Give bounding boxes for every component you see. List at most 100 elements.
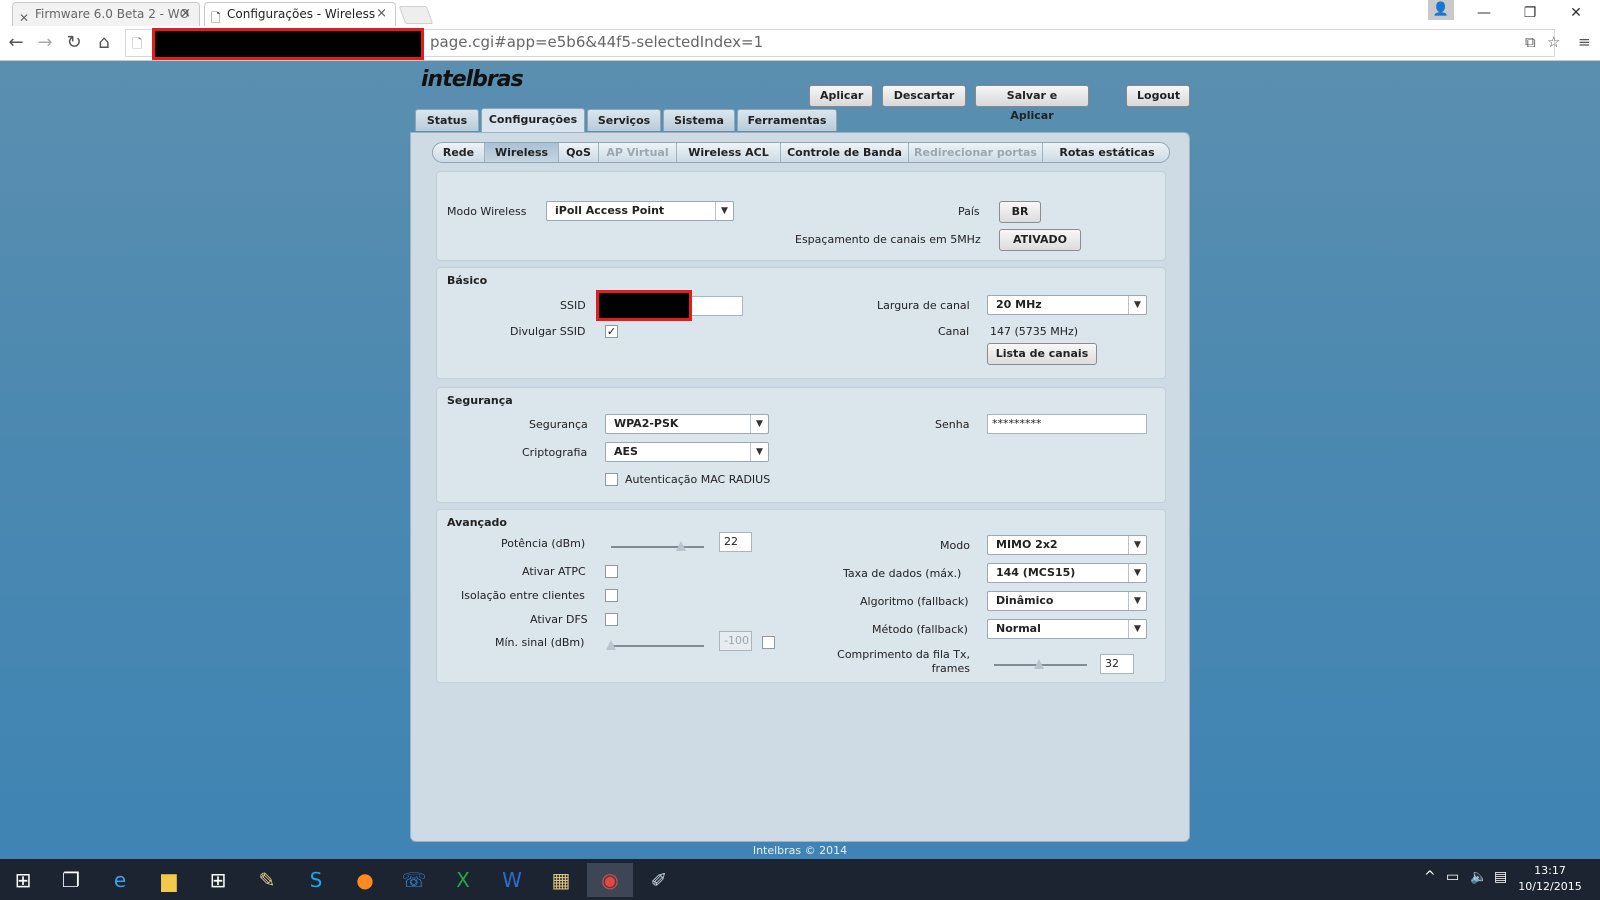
fallback-method-select[interactable]: Normal ▼ xyxy=(987,619,1147,639)
min-signal-slider[interactable] xyxy=(611,645,704,647)
redacted-ssid-region xyxy=(596,290,692,321)
data-rate-select[interactable]: 144 (MCS15) ▼ xyxy=(987,563,1147,583)
browser-tab-strip: ✕ Firmware 6.0 Beta 2 - WO × 🗋 Configura… xyxy=(0,0,1600,26)
system-clock[interactable]: 13:17 10/12/2015 xyxy=(1510,863,1590,895)
intelbras-logo: intelbras xyxy=(421,67,524,92)
page-icon: 🗋 xyxy=(132,37,143,52)
tx-queue-label-line2: frames xyxy=(931,662,970,675)
footer-copyright: Intelbras © 2014 xyxy=(752,844,848,857)
isolation-checkbox[interactable] xyxy=(605,589,618,602)
restore-icon[interactable]: ❐ xyxy=(1507,0,1553,26)
windows-start-icon[interactable]: ⊞ xyxy=(0,863,46,897)
bookmark-star-icon[interactable]: ☆ xyxy=(1547,33,1560,51)
atpc-checkbox[interactable] xyxy=(605,565,618,578)
store-icon[interactable]: ⊞ xyxy=(195,863,241,897)
browser-tab-firmware[interactable]: ✕ Firmware 6.0 Beta 2 - WO × xyxy=(12,2,200,26)
clock-time: 13:17 xyxy=(1534,864,1566,877)
mimo-mode-select[interactable]: MIMO 2x2 ▼ xyxy=(987,535,1147,555)
paint-icon[interactable]: ✐ xyxy=(636,863,682,897)
menu-icon[interactable]: ≡ xyxy=(1578,33,1591,51)
security-select[interactable]: WPA2-PSK ▼ xyxy=(605,414,769,434)
tab-servicos[interactable]: Serviços xyxy=(587,109,661,131)
firefox-icon[interactable]: ● xyxy=(342,863,388,897)
phone-app-icon[interactable]: ☏ xyxy=(391,863,437,897)
minimize-icon[interactable]: — xyxy=(1461,0,1507,26)
reload-icon[interactable]: ↻ xyxy=(62,31,86,55)
fallback-algorithm-select[interactable]: Dinâmico ▼ xyxy=(987,591,1147,611)
tx-queue-label-line1: Comprimento da fila Tx, xyxy=(837,648,970,661)
subtab-rede[interactable]: Rede xyxy=(433,143,485,162)
discard-button[interactable]: Descartar xyxy=(882,85,966,107)
security-title: Segurança xyxy=(447,394,513,407)
security-label: Segurança xyxy=(529,418,588,431)
tx-queue-slider-thumb[interactable] xyxy=(1033,659,1044,669)
subtab-controle-banda[interactable]: Controle de Banda xyxy=(781,143,909,162)
channel-width-select[interactable]: 20 MHz ▼ xyxy=(987,295,1147,315)
skype-icon[interactable]: S xyxy=(293,863,339,897)
password-input[interactable]: ********* xyxy=(987,414,1147,434)
internet-explorer-icon[interactable]: e xyxy=(97,863,143,897)
crypto-value: AES xyxy=(614,445,638,458)
channel-list-button[interactable]: Lista de canais xyxy=(987,343,1097,365)
network-icon[interactable]: ▭ xyxy=(1446,869,1459,885)
crypto-label: Criptografia xyxy=(522,446,588,459)
subtab-wireless-acl[interactable]: Wireless ACL xyxy=(677,143,781,162)
tab-configuracoes[interactable]: Configurações xyxy=(481,108,585,132)
word-icon[interactable]: W xyxy=(489,863,535,897)
profile-icon[interactable]: 👤 xyxy=(1428,0,1454,20)
volume-icon[interactable]: 🔈 xyxy=(1470,869,1487,885)
notepad-icon[interactable]: ✎ xyxy=(244,863,290,897)
subtab-rotas-estaticas[interactable]: Rotas estáticas xyxy=(1043,143,1169,162)
chrome-icon[interactable]: ◉ xyxy=(587,863,633,897)
url-text[interactable]: page.cgi#app=e5b6&44f5-selectedIndex=1 xyxy=(430,33,763,51)
forward-icon[interactable]: → xyxy=(33,31,57,55)
back-icon[interactable]: ← xyxy=(4,31,28,55)
tab-sistema[interactable]: Sistema xyxy=(663,109,735,131)
page-icon: 🗋 xyxy=(211,11,221,25)
file-explorer-icon[interactable]: ▆ xyxy=(146,863,192,897)
logout-button[interactable]: Logout xyxy=(1126,85,1190,107)
dfs-checkbox[interactable] xyxy=(605,613,618,626)
channel-spacing-label: Espaçamento de canais em 5MHz xyxy=(795,233,981,246)
wireless-mode-select[interactable]: iPoll Access Point ▼ xyxy=(546,201,734,221)
tab-status[interactable]: Status xyxy=(415,109,479,131)
broadcast-ssid-checkbox[interactable]: ✓ xyxy=(605,325,618,338)
subtab-wireless[interactable]: Wireless xyxy=(485,143,559,162)
chevron-down-icon: ▼ xyxy=(750,415,768,433)
tools-icon: ✕ xyxy=(19,11,30,25)
tab-title: Firmware 6.0 Beta 2 - WO xyxy=(35,7,190,21)
subtab-redirecionar-portas: Redirecionar portas xyxy=(909,143,1043,162)
new-tab-button[interactable] xyxy=(398,6,434,24)
close-tab-icon[interactable]: × xyxy=(180,3,191,25)
power-input[interactable]: 22 xyxy=(719,532,752,552)
power-slider-thumb[interactable] xyxy=(675,541,686,551)
power-slider[interactable] xyxy=(611,546,704,548)
task-view-icon[interactable]: ❐ xyxy=(48,863,94,897)
excel-icon[interactable]: X xyxy=(440,863,486,897)
close-tab-icon[interactable]: × xyxy=(376,3,387,25)
min-signal-checkbox[interactable] xyxy=(762,636,775,649)
crypto-select[interactable]: AES ▼ xyxy=(605,442,769,462)
home-icon[interactable]: ⌂ xyxy=(92,31,116,55)
tx-queue-input[interactable]: 32 xyxy=(1100,654,1134,674)
country-button[interactable]: BR xyxy=(999,201,1041,223)
radius-checkbox[interactable] xyxy=(605,473,618,486)
fallback-algorithm-label: Algoritmo (fallback) xyxy=(860,595,969,608)
min-signal-slider-thumb[interactable] xyxy=(606,640,616,650)
application-icon[interactable]: ▦ xyxy=(538,863,584,897)
close-window-icon[interactable]: ✕ xyxy=(1553,0,1599,26)
show-hidden-icons[interactable]: ^ xyxy=(1424,869,1436,885)
subtab-qos[interactable]: QoS xyxy=(559,143,599,162)
translate-icon[interactable]: ⧉ xyxy=(1525,33,1536,51)
save-apply-button[interactable]: Salvar e Aplicar xyxy=(975,85,1089,122)
subtab-ap-virtual: AP Virtual xyxy=(599,143,677,162)
windows-taskbar: ⊞ ❐ e ▆ ⊞ ✎ S ● ☏ X W ▦ ◉ ✐ ^ ▭ 🔈 ▤ 13:1… xyxy=(0,859,1600,900)
notifications-icon[interactable]: ▤ xyxy=(1494,869,1507,885)
tab-ferramentas[interactable]: Ferramentas xyxy=(737,109,837,131)
apply-button[interactable]: Aplicar xyxy=(809,85,873,107)
channel-spacing-button[interactable]: ATIVADO xyxy=(999,229,1081,251)
dfs-label: Ativar DFS xyxy=(530,613,588,626)
browser-tab-wireless[interactable]: 🗋 Configurações - Wireless × xyxy=(204,2,396,26)
channel-label: Canal xyxy=(938,325,970,338)
security-section xyxy=(436,387,1166,503)
